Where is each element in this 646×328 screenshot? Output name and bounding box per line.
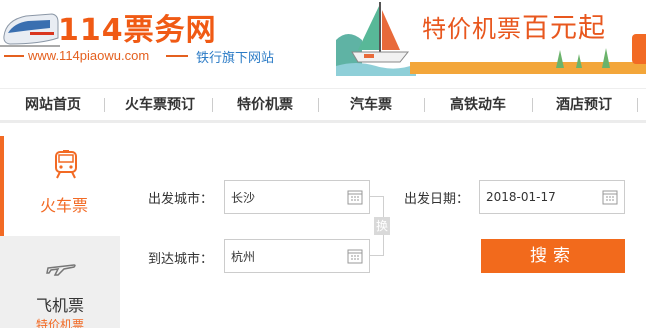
nav-item-hotels[interactable]: 酒店预订 — [540, 89, 628, 121]
grass-decoration-icon — [556, 48, 610, 68]
promo-banner[interactable]: 特价机票百元起 — [336, 0, 646, 76]
train-icon — [55, 150, 77, 179]
nav-item-bus-tickets[interactable]: 汽车票 — [334, 89, 408, 121]
train-logo-icon — [0, 13, 60, 47]
tab-train[interactable]: 火车票 — [0, 136, 120, 236]
nav-item-home[interactable]: 网站首页 — [8, 89, 98, 121]
nav-item-train-tickets[interactable]: 火车票预订 — [112, 89, 208, 121]
to-city-field[interactable] — [224, 239, 370, 273]
nav-separator — [532, 98, 533, 112]
tab-plane-sublabel[interactable]: 特价机票 — [0, 316, 120, 328]
tab-plane-label: 飞机票 — [35, 296, 84, 315]
plane-icon — [46, 264, 76, 276]
site-logo[interactable]: 114票务网 www.114piaowu.com 铁行旗下网站 — [0, 0, 330, 88]
banner-text-part1: 特价机票 — [422, 15, 522, 43]
nav-separator — [104, 98, 105, 112]
swap-cities-button[interactable]: 换 — [374, 217, 390, 235]
logo-subtitle: 铁行旗下网站 — [196, 51, 275, 66]
nav-separator — [212, 98, 213, 112]
nav-item-cheap-flights[interactable]: 特价机票 — [222, 89, 308, 121]
site-header: 114票务网 www.114piaowu.com 铁行旗下网站 特价机票百元起 — [0, 0, 646, 88]
calendar-icon[interactable] — [347, 248, 363, 264]
sailboat-illustration-icon — [336, 2, 416, 76]
nav-separator — [318, 98, 319, 112]
tab-train-label: 火车票 — [39, 196, 88, 215]
logo-title: 114票务网 — [58, 13, 217, 48]
from-city-field[interactable] — [224, 180, 370, 214]
banner-edge — [632, 34, 646, 64]
departure-date-label: 出发日期： — [404, 192, 470, 207]
logo-url: www.114piaowu.com — [28, 48, 150, 63]
nav-item-high-speed-rail[interactable]: 高铁动车 — [434, 89, 522, 121]
departure-date-field[interactable] — [479, 180, 625, 214]
from-city-label: 出发城市： — [148, 192, 214, 207]
logo-url-line-left — [4, 55, 24, 57]
nav-separator — [424, 98, 425, 112]
banner-text: 特价机票百元起 — [422, 6, 606, 45]
to-city-label: 到达城市： — [148, 252, 214, 267]
nav-separator — [637, 98, 638, 112]
tab-plane[interactable]: 飞机票 特价机票 — [0, 236, 120, 328]
calendar-icon[interactable] — [347, 189, 363, 205]
logo-url-line-right — [166, 55, 188, 57]
banner-text-part2: 百元起 — [522, 13, 606, 44]
ticket-type-tabs: 火车票 飞机票 特价机票 — [0, 136, 120, 328]
search-button[interactable]: 搜索 — [481, 239, 625, 273]
main-nav: 网站首页 火车票预订 特价机票 汽车票 高铁动车 酒店预订 — [0, 88, 646, 123]
calendar-icon[interactable] — [602, 189, 618, 205]
